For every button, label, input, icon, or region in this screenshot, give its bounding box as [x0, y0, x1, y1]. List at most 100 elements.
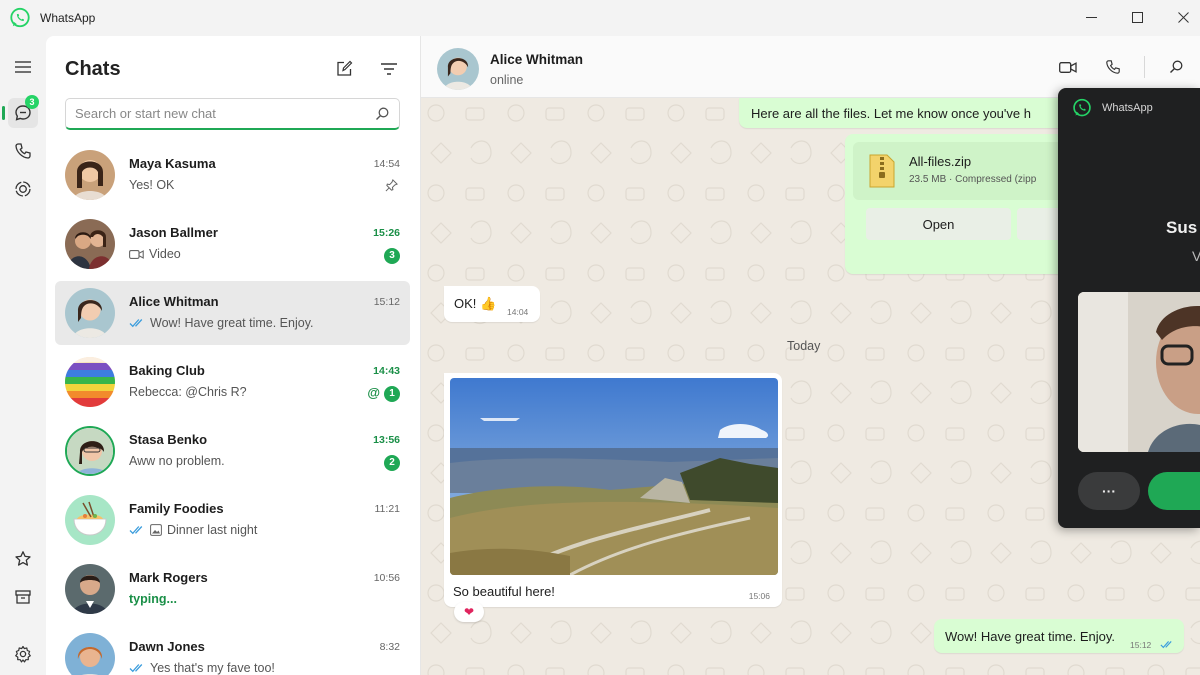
search-box [65, 98, 400, 130]
chat-time: 13:56 [373, 434, 400, 446]
caller-name: Sus [1166, 218, 1198, 237]
chat-preview: Dinner last night [129, 523, 257, 537]
chat-row-jason-ballmer[interactable]: Jason Ballmer 15:26 Video 3 [55, 212, 410, 276]
rail-starred-button[interactable] [8, 544, 38, 574]
date-separator: Today [787, 339, 821, 353]
video-camera-icon [1059, 61, 1077, 73]
maximize-button[interactable] [1114, 0, 1160, 34]
chat-name: Mark Rogers [129, 570, 208, 585]
chats-unread-badge: 3 [25, 95, 39, 109]
message-text: OK! 👍 [454, 296, 497, 311]
chat-name: Alice Whitman [129, 294, 219, 309]
mention-indicator: @ [367, 385, 380, 400]
minimize-icon [1085, 16, 1097, 18]
call-more-options-button[interactable]: ··· [1078, 472, 1140, 510]
double-check-icon [1160, 641, 1172, 649]
chat-name: Dawn Jones [129, 639, 205, 654]
chat-time: 14:43 [373, 365, 400, 377]
chat-preview: Yes! OK [129, 178, 175, 192]
chat-time: 8:32 [379, 641, 400, 653]
filter-icon [381, 63, 397, 75]
call-action-button[interactable] [1148, 472, 1200, 510]
app-title: WhatsApp [40, 11, 96, 25]
zip-file-icon [869, 154, 895, 188]
file-name: All-files.zip [909, 154, 972, 169]
call-subtitle: V [1192, 248, 1200, 264]
filter-chats-button[interactable] [376, 56, 402, 82]
message-text: Here are all the files. Let me know once… [751, 106, 1031, 121]
file-meta: 23.5 MB · Compressed (zipp [909, 174, 1037, 185]
avatar [65, 564, 115, 614]
chat-name: Stasa Benko [129, 432, 208, 447]
unread-badge: 1 [384, 386, 400, 402]
avatar [65, 495, 115, 545]
chat-name: Jason Ballmer [129, 225, 218, 240]
maximize-icon [1131, 11, 1143, 23]
nav-rail: 3 [0, 36, 46, 675]
chat-row-maya-kasuma[interactable]: Maya Kasuma 14:54 Yes! OK [55, 143, 410, 207]
open-file-button[interactable]: Open [866, 208, 1011, 240]
whatsapp-logo-icon [10, 7, 30, 28]
chat-preview: Yes that's my fave too! [129, 661, 275, 675]
voice-call-button[interactable] [1102, 56, 1124, 78]
rail-calls-button[interactable] [8, 136, 38, 166]
chat-preview: Video [129, 247, 181, 261]
search-icon [376, 107, 389, 120]
contact-name[interactable]: Alice Whitman [490, 52, 583, 67]
header-divider [1144, 56, 1145, 78]
chat-preview: Wow! Have great time. Enjoy. [129, 316, 314, 330]
avatar [65, 288, 115, 338]
double-check-icon [129, 664, 143, 673]
chat-row-dawn-jones[interactable]: Dawn Jones 8:32 Yes that's my fave too! [55, 626, 410, 675]
chat-name: Maya Kasuma [129, 156, 216, 171]
search-input[interactable] [75, 99, 365, 127]
photo-landscape[interactable] [450, 378, 778, 575]
star-icon [15, 551, 31, 566]
message-time: 15:06 [748, 591, 770, 601]
avatar [65, 219, 115, 269]
chat-row-stasa-benko[interactable]: Stasa Benko 13:56 Aww no problem. 2 [55, 419, 410, 483]
message-photo[interactable]: So beautiful here! 15:06 [444, 373, 782, 607]
close-button[interactable] [1160, 0, 1200, 34]
archive-icon [15, 590, 31, 604]
compose-icon [337, 60, 353, 76]
message-text: So beautiful here! [453, 584, 555, 599]
rail-settings-button[interactable] [8, 639, 38, 669]
chat-row-mark-rogers[interactable]: Mark Rogers 10:56 typing... [55, 557, 410, 621]
chat-time: 10:56 [373, 572, 400, 584]
chat-preview: Rebecca: @Chris R? [129, 385, 247, 399]
chat-row-alice-whitman[interactable]: Alice Whitman 15:12 Wow! Have great time… [55, 281, 410, 345]
message-time: 15:12 [1130, 640, 1152, 650]
rail-status-button[interactable] [8, 174, 38, 204]
chat-name: Baking Club [129, 363, 205, 378]
chat-preview: typing... [129, 592, 177, 606]
message-outgoing[interactable]: Wow! Have great time. Enjoy. 15:12 [934, 619, 1184, 653]
chat-row-baking-club[interactable]: Baking Club 14:43 Rebecca: @Chris R? @ 1 [55, 350, 410, 414]
new-chat-button[interactable] [331, 56, 357, 82]
contact-avatar[interactable] [437, 48, 479, 90]
file-card[interactable]: All-files.zip 23.5 MB · Compressed (zipp [853, 142, 1093, 200]
avatar [65, 150, 115, 200]
search-messages-button[interactable] [1165, 56, 1187, 78]
video-call-button[interactable] [1057, 56, 1079, 78]
rail-chats-button[interactable]: 3 [2, 95, 39, 128]
minimize-button[interactable] [1068, 0, 1114, 34]
rail-archived-button[interactable] [8, 582, 38, 612]
chats-title: Chats [65, 58, 121, 80]
chat-list-panel: Chats Maya Kasuma 14:54 Yes! OK Jason Ba… [46, 36, 421, 675]
call-window-title: WhatsApp [1102, 102, 1153, 114]
message-incoming[interactable]: OK! 👍 14:04 [444, 286, 540, 322]
heart-reaction[interactable]: ❤ [454, 602, 484, 622]
message-outgoing[interactable]: Here are all the files. Let me know once… [739, 98, 1079, 128]
chat-time: 14:54 [373, 158, 400, 170]
message-text: Wow! Have great time. Enjoy. [945, 629, 1116, 644]
call-window[interactable]: WhatsApp Sus V ··· [1058, 88, 1200, 528]
chat-time: 15:26 [373, 227, 400, 239]
message-file-attachment[interactable]: All-files.zip 23.5 MB · Compressed (zipp… [845, 134, 1093, 274]
unread-badge: 2 [384, 455, 400, 471]
video-camera-icon [129, 249, 144, 259]
chat-row-family-foodies[interactable]: Family Foodies 11:21 Dinner last night [55, 488, 410, 552]
pin-icon [385, 179, 398, 192]
chat-preview: Aww no problem. [129, 454, 225, 468]
menu-button[interactable] [8, 52, 38, 82]
